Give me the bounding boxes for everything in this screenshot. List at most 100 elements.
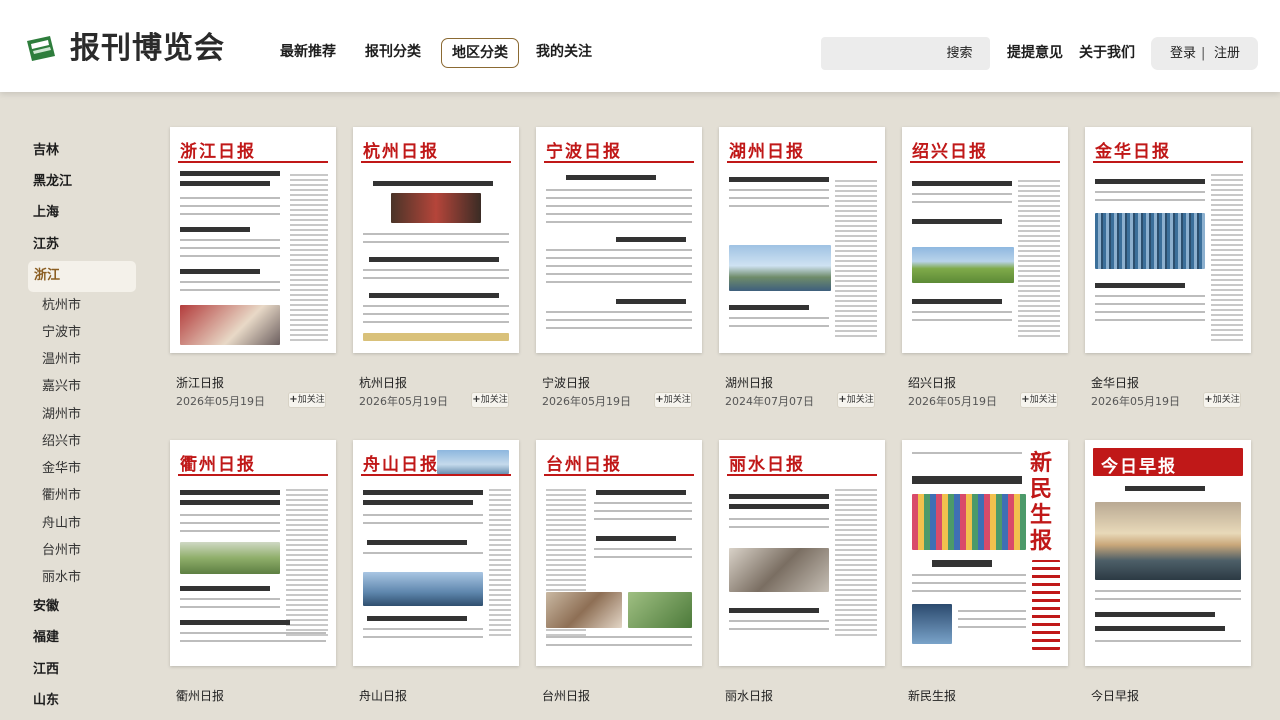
- login-button[interactable]: 登录: [1170, 37, 1196, 70]
- newspaper-name[interactable]: 衢州日报: [176, 688, 224, 704]
- register-button[interactable]: 注册: [1214, 37, 1240, 70]
- sidebar-city-hangzhou[interactable]: 杭州市: [42, 297, 81, 315]
- news-photo: [729, 245, 831, 291]
- headline-block: [1095, 612, 1215, 617]
- text-column: [489, 486, 511, 636]
- nav-my-follows[interactable]: 我的关注: [526, 38, 602, 68]
- newspaper-card: 舟山日报 舟山日报: [353, 440, 519, 703]
- text-line: [958, 610, 1026, 612]
- newspaper-masthead: 金华日报: [1095, 142, 1171, 162]
- text-line: [912, 590, 1026, 592]
- follow-button[interactable]: +加关注: [471, 392, 509, 408]
- newspaper-thumbnail[interactable]: 台州日报: [536, 440, 702, 666]
- headline-block: [729, 608, 819, 613]
- masthead-rule: [361, 161, 511, 163]
- sidebar-city-wenzhou[interactable]: 温州市: [42, 351, 81, 369]
- text-line: [180, 530, 280, 532]
- newspaper-thumbnail[interactable]: 衢州日报: [170, 440, 336, 666]
- newspaper-name[interactable]: 杭州日报: [359, 375, 407, 391]
- newspaper-thumbnail[interactable]: 绍兴日报: [902, 127, 1068, 353]
- sidebar-city-taizhou[interactable]: 台州市: [42, 542, 81, 560]
- headline-block: [729, 177, 829, 182]
- newspaper-name[interactable]: 舟山日报: [359, 688, 407, 704]
- newspaper-card: 金华日报 金华日报 2026年05月19日 +加关注: [1085, 127, 1251, 408]
- newspaper-name[interactable]: 新民生报: [908, 688, 956, 704]
- sidebar-city-ningbo[interactable]: 宁波市: [42, 324, 81, 342]
- newspaper-masthead: 舟山日报: [363, 455, 439, 475]
- plus-icon: +: [1021, 394, 1030, 405]
- issue-date: 2026年05月19日: [1091, 395, 1180, 408]
- newspaper-masthead: 今日早报: [1101, 457, 1177, 477]
- feedback-link[interactable]: 提提意见: [1007, 43, 1063, 63]
- sidebar-item-jiangsu[interactable]: 江苏: [33, 235, 59, 255]
- newspaper-masthead: 新民生报: [1030, 450, 1053, 554]
- sidebar-city-lishui[interactable]: 丽水市: [42, 569, 81, 587]
- newspaper-name[interactable]: 湖州日报: [725, 375, 773, 391]
- sidebar-item-zhejiang[interactable]: 浙江: [28, 261, 136, 292]
- sidebar-item-jilin[interactable]: 吉林: [33, 141, 59, 161]
- newspaper-thumbnail[interactable]: 浙江日报: [170, 127, 336, 353]
- search-input[interactable]: [821, 37, 929, 70]
- follow-button[interactable]: +加关注: [1020, 392, 1058, 408]
- sidebar-item-jiangxi[interactable]: 江西: [33, 660, 59, 680]
- news-photo: [363, 572, 483, 606]
- text-line: [180, 247, 280, 249]
- sidebar-item-fujian[interactable]: 福建: [33, 628, 59, 648]
- follow-button[interactable]: +加关注: [1203, 392, 1241, 408]
- site-logo-text[interactable]: 报刊博览会: [70, 30, 225, 68]
- follow-button[interactable]: +加关注: [654, 392, 692, 408]
- headline-block: [180, 586, 270, 591]
- newspaper-thumbnail[interactable]: 新民生报: [902, 440, 1068, 666]
- search-button[interactable]: 搜索: [929, 37, 990, 70]
- headline-block: [180, 171, 280, 176]
- sidebar-city-quzhou[interactable]: 衢州市: [42, 487, 81, 505]
- newspaper-name[interactable]: 台州日报: [542, 688, 590, 704]
- headline-block: [912, 219, 1002, 224]
- sidebar-city-jinhua[interactable]: 金华市: [42, 460, 81, 478]
- red-sidebar: [1032, 560, 1060, 650]
- newspaper-name[interactable]: 金华日报: [1091, 375, 1139, 391]
- sidebar-city-zhoushan[interactable]: 舟山市: [42, 515, 81, 533]
- text-line: [1095, 598, 1241, 600]
- newspaper-masthead: 衢州日报: [180, 455, 256, 475]
- nav-region-category[interactable]: 地区分类: [441, 38, 519, 68]
- sidebar-item-anhui[interactable]: 安徽: [33, 597, 59, 617]
- nav-latest-recommend[interactable]: 最新推荐: [270, 38, 346, 68]
- sidebar-item-shandong[interactable]: 山东: [33, 691, 59, 711]
- newspaper-thumbnail[interactable]: 舟山日报: [353, 440, 519, 666]
- follow-button[interactable]: +加关注: [837, 392, 875, 408]
- newspaper-card: 浙江日报 浙江日报 2026年05月19日 +加关注: [170, 127, 336, 408]
- text-line: [546, 644, 692, 646]
- about-link[interactable]: 关于我们: [1079, 43, 1135, 63]
- masthead-rule: [178, 161, 328, 163]
- sidebar-item-shanghai[interactable]: 上海: [33, 203, 59, 223]
- sidebar-city-huzhou[interactable]: 湖州市: [42, 406, 81, 424]
- nav-paper-category[interactable]: 报刊分类: [355, 38, 431, 68]
- newspaper-thumbnail[interactable]: 杭州日报: [353, 127, 519, 353]
- newspaper-thumbnail[interactable]: 今日早报: [1085, 440, 1251, 666]
- newspaper-name[interactable]: 宁波日报: [542, 375, 590, 391]
- newspaper-thumbnail[interactable]: 湖州日报: [719, 127, 885, 353]
- newspaper-masthead: 浙江日报: [180, 142, 256, 162]
- newspaper-thumbnail[interactable]: 宁波日报: [536, 127, 702, 353]
- text-line: [958, 626, 1026, 628]
- text-line: [912, 319, 1012, 321]
- newspaper-masthead: 杭州日报: [363, 142, 439, 162]
- newspaper-name[interactable]: 今日早报: [1091, 688, 1139, 704]
- sidebar-city-jiaxing[interactable]: 嘉兴市: [42, 378, 81, 396]
- newspaper-thumbnail[interactable]: 金华日报: [1085, 127, 1251, 353]
- newspaper-name[interactable]: 绍兴日报: [908, 375, 956, 391]
- sidebar-city-shaoxing[interactable]: 绍兴市: [42, 433, 81, 451]
- text-line: [180, 640, 326, 642]
- text-line: [180, 213, 280, 215]
- newspaper-masthead: 绍兴日报: [912, 142, 988, 162]
- text-column: [286, 486, 328, 636]
- sidebar-item-heilongjiang[interactable]: 黑龙江: [33, 172, 72, 192]
- newspaper-name[interactable]: 浙江日报: [176, 375, 224, 391]
- newspaper-name[interactable]: 丽水日报: [725, 688, 773, 704]
- headline-block: [729, 305, 809, 310]
- headline-block: [729, 494, 829, 499]
- news-photo: [391, 193, 481, 223]
- newspaper-thumbnail[interactable]: 丽水日报: [719, 440, 885, 666]
- follow-button[interactable]: +加关注: [288, 392, 326, 408]
